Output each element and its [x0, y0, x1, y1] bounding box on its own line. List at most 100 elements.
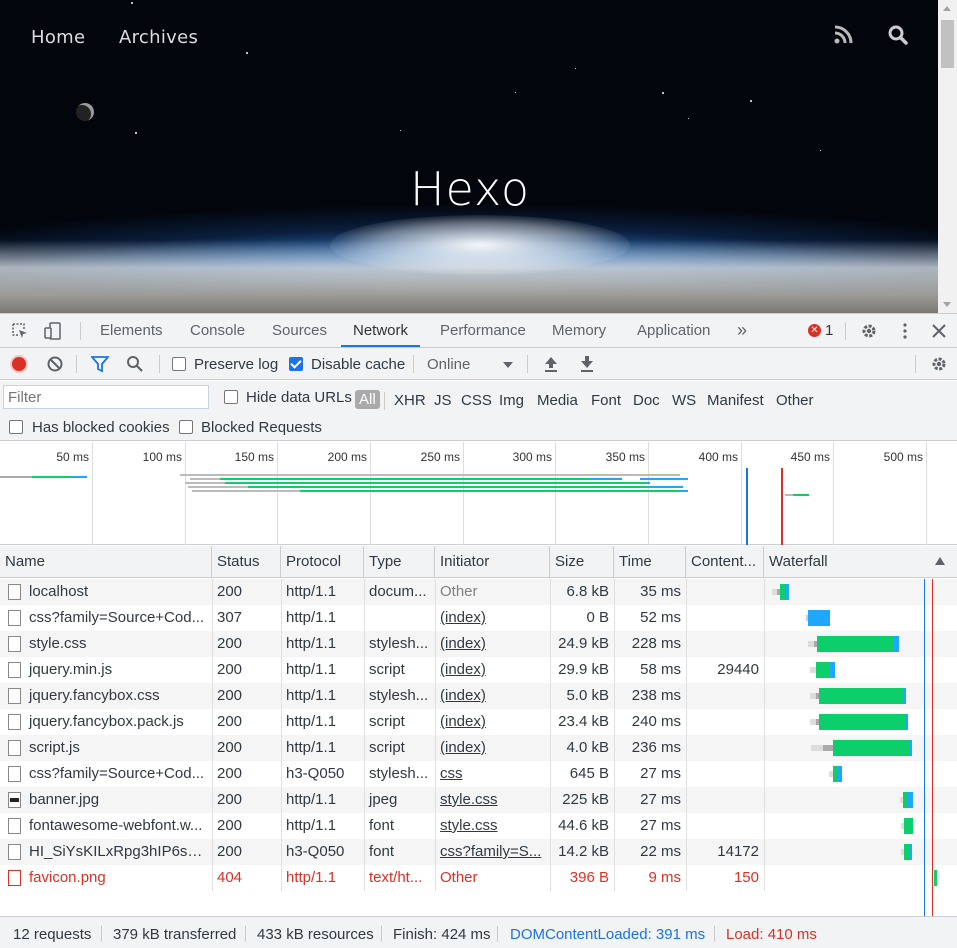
sort-ascending-icon[interactable] [935, 557, 945, 565]
table-row[interactable]: jquery.fancybox.pack.js 200 http/1.1 script… [0, 709, 957, 735]
tab-memory[interactable]: Memory [552, 314, 606, 347]
inspect-element-icon[interactable] [11, 322, 29, 340]
table-row[interactable]: favicon.png 404 http/1.1 text/ht... Other 396… [0, 865, 957, 891]
kebab-menu-icon[interactable] [896, 322, 914, 340]
blocked-requests-checkbox[interactable] [179, 420, 193, 434]
preserve-log-label[interactable]: Preserve log [194, 356, 278, 373]
table-row[interactable]: script.js 200 http/1.1 script (index) 4.0 kB 2… [0, 735, 957, 761]
nav-link-archives[interactable]: Archives [119, 27, 198, 48]
column-divider [764, 787, 765, 813]
column-header-content-length[interactable]: Content... [686, 546, 764, 578]
network-overview-timeline[interactable]: 50 ms 100 ms 150 ms 200 ms 250 ms 300 ms… [0, 442, 957, 545]
scroll-down-icon[interactable] [943, 302, 951, 307]
type-filter-manifest[interactable]: Manifest [707, 392, 764, 409]
has-blocked-cookies-checkbox[interactable] [9, 420, 23, 434]
clear-icon[interactable] [46, 355, 64, 373]
tab-application[interactable]: Application [637, 314, 710, 347]
record-icon[interactable] [10, 355, 28, 373]
table-row[interactable]: css?family=Source+Cod... 200 h3-Q050 styles… [0, 761, 957, 787]
cell-name[interactable]: css?family=Source+Cod... [24, 605, 212, 631]
disable-cache-label[interactable]: Disable cache [311, 356, 405, 373]
cell-name[interactable]: banner.jpg [24, 787, 212, 813]
cell-initiator[interactable]: style.css [435, 787, 550, 813]
type-filter-doc[interactable]: Doc [633, 392, 660, 409]
disable-cache-checkbox[interactable] [289, 357, 303, 371]
scrollbar-thumb[interactable] [941, 20, 954, 68]
column-header-name[interactable]: Name [0, 546, 212, 578]
tab-network[interactable]: Network [341, 314, 421, 347]
cell-initiator[interactable]: (index) [435, 605, 550, 631]
table-row[interactable]: localhost 200 http/1.1 docum... Other 6.8 kB 3… [0, 579, 957, 605]
cell-initiator[interactable]: style.css [435, 813, 550, 839]
cell-name[interactable]: css?family=Source+Cod... [24, 761, 212, 787]
column-header-status[interactable]: Status [212, 546, 281, 578]
cell-name[interactable]: style.css [24, 631, 212, 657]
cell-initiator[interactable]: (index) [435, 631, 550, 657]
table-row[interactable]: css?family=Source+Cod... 307 http/1.1 (inde… [0, 605, 957, 631]
error-icon[interactable]: ✕ [808, 324, 821, 337]
search-icon[interactable] [887, 24, 909, 46]
type-filter-media[interactable]: Media [537, 392, 578, 409]
throttling-select[interactable]: Online [427, 356, 470, 373]
export-har-icon[interactable] [578, 355, 596, 373]
cell-initiator[interactable]: (index) [435, 683, 550, 709]
more-tabs-button[interactable]: » [737, 314, 747, 347]
nav-link-home[interactable]: Home [31, 27, 85, 48]
cell-initiator[interactable]: css [435, 761, 550, 787]
column-header-protocol[interactable]: Protocol [281, 546, 364, 578]
table-row[interactable]: jquery.fancybox.css 200 http/1.1 stylesh...… [0, 683, 957, 709]
search-icon[interactable] [126, 355, 144, 373]
column-header-initiator[interactable]: Initiator [435, 546, 550, 578]
table-row[interactable]: banner.jpg 200 http/1.1 jpeg style.css 225 kB… [0, 787, 957, 813]
cell-name[interactable]: jquery.min.js [24, 657, 212, 683]
has-blocked-cookies-label[interactable]: Has blocked cookies [32, 419, 170, 436]
cell-name[interactable]: favicon.png [24, 865, 212, 891]
cell-name[interactable]: script.js [24, 735, 212, 761]
import-har-icon[interactable] [542, 355, 560, 373]
hide-data-urls-label[interactable]: Hide data URLs [246, 389, 352, 406]
cell-initiator[interactable]: (index) [435, 709, 550, 735]
preserve-log-checkbox[interactable] [172, 357, 186, 371]
type-filter-css[interactable]: CSS [461, 392, 492, 409]
chevron-down-icon[interactable] [503, 362, 513, 368]
hide-data-urls-checkbox[interactable] [224, 390, 238, 404]
page-scrollbar[interactable] [938, 0, 957, 313]
tab-console[interactable]: Console [190, 314, 245, 347]
column-header-waterfall[interactable]: Waterfall [764, 546, 957, 578]
filter-input[interactable] [3, 385, 209, 409]
cell-initiator[interactable]: (index) [435, 735, 550, 761]
type-filter-other[interactable]: Other [776, 392, 814, 409]
cell-initiator[interactable]: (index) [435, 657, 550, 683]
close-devtools-icon[interactable] [930, 322, 948, 340]
cell-name[interactable]: localhost [24, 579, 212, 605]
column-header-time[interactable]: Time [614, 546, 686, 578]
table-row[interactable]: HI_SiYsKILxRpg3hIP6sJ7f... 200 h3-Q050 font… [0, 839, 957, 865]
tab-sources[interactable]: Sources [272, 314, 327, 347]
filter-icon[interactable] [91, 355, 109, 373]
type-filter-js[interactable]: JS [434, 392, 452, 409]
cell-name[interactable]: fontawesome-webfont.w... [24, 813, 212, 839]
tab-elements[interactable]: Elements [100, 314, 163, 347]
error-count[interactable]: 1 [825, 322, 833, 339]
cell-name[interactable]: jquery.fancybox.pack.js [24, 709, 212, 735]
cell-name[interactable]: HI_SiYsKILxRpg3hIP6sJ7f... [24, 839, 212, 865]
network-settings-gear-icon[interactable] [930, 355, 948, 373]
type-filter-ws[interactable]: WS [672, 392, 696, 409]
tab-performance[interactable]: Performance [440, 314, 526, 347]
table-row[interactable]: style.css 200 http/1.1 stylesh... (index) 24.… [0, 631, 957, 657]
column-header-type[interactable]: Type [364, 546, 435, 578]
type-filter-img[interactable]: Img [499, 392, 524, 409]
type-filter-all[interactable]: All [355, 390, 380, 409]
cell-initiator[interactable]: css?family=S... [435, 839, 550, 865]
cell-name[interactable]: jquery.fancybox.css [24, 683, 212, 709]
scroll-up-icon[interactable] [943, 6, 951, 11]
column-header-size[interactable]: Size [550, 546, 614, 578]
type-filter-xhr[interactable]: XHR [394, 392, 426, 409]
table-row[interactable]: fontawesome-webfont.w... 200 http/1.1 font s… [0, 813, 957, 839]
device-toolbar-icon[interactable] [44, 322, 62, 340]
settings-gear-icon[interactable] [860, 322, 878, 340]
table-row[interactable]: jquery.min.js 200 http/1.1 script (index) 29.… [0, 657, 957, 683]
blocked-requests-label[interactable]: Blocked Requests [201, 419, 322, 436]
rss-icon[interactable] [832, 24, 854, 46]
type-filter-font[interactable]: Font [591, 392, 621, 409]
